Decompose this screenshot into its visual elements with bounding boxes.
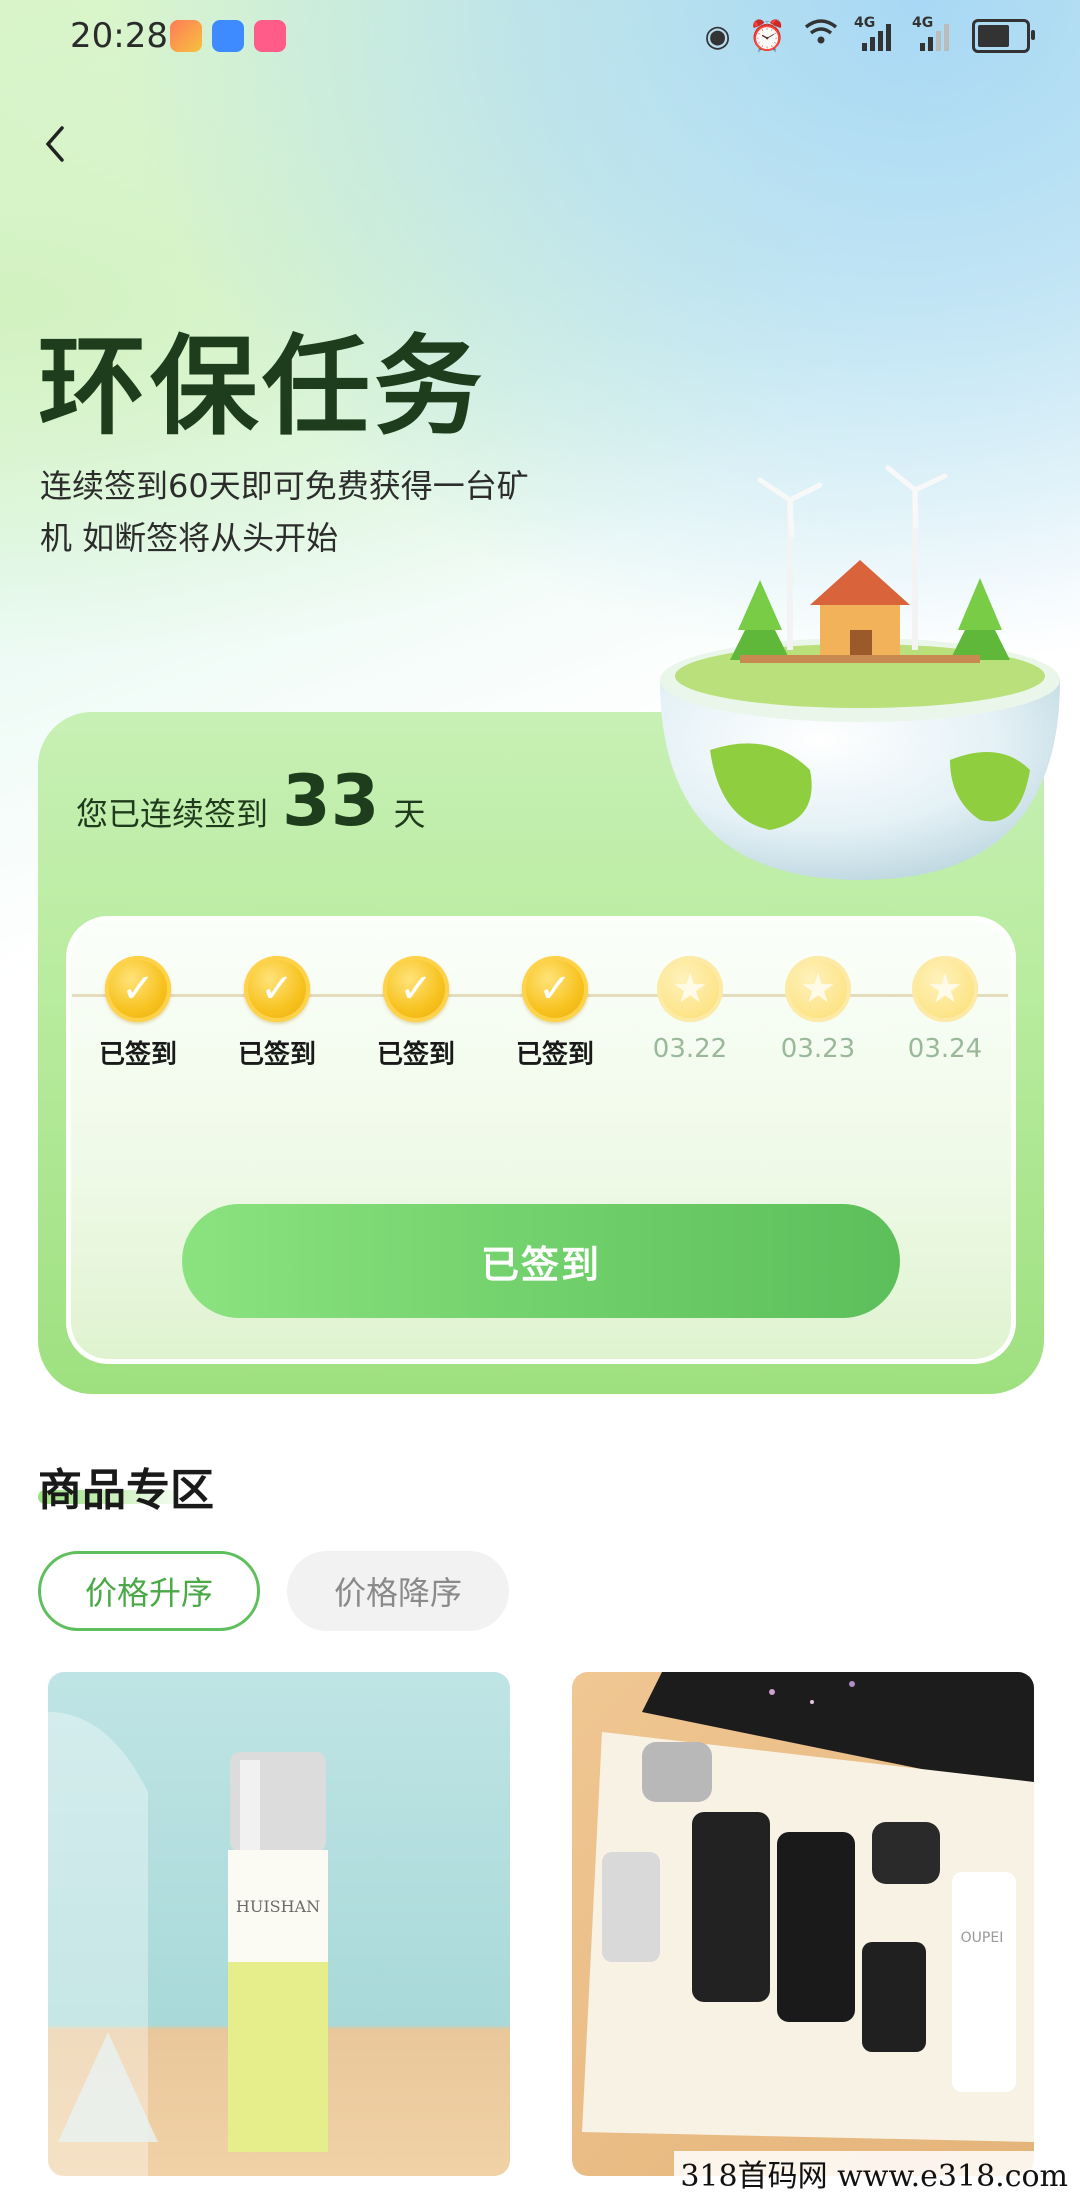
status-bar: 20:28 ◉ ⏰ 4G 4G [0, 0, 1080, 80]
checkin-day-label: 已签到 [98, 1040, 177, 1070]
back-button[interactable] [40, 122, 80, 170]
sort-price-asc-button[interactable]: 价格升序 [38, 1551, 260, 1631]
product-image: HUISHAN [48, 1712, 328, 2176]
app-notification-icon [170, 20, 202, 52]
checkmark-coin-icon: ✓ [383, 956, 449, 1022]
checkin-day-7: ★ 03.24 [880, 956, 1010, 1064]
product-card[interactable]: HUISHAN [48, 1672, 510, 2176]
app-notification-icon [212, 20, 244, 52]
checkmark-coin-icon: ✓ [522, 956, 588, 1022]
streak-summary: 您已连续签到 33 天 [76, 760, 425, 842]
checkin-day-1: ✓ 已签到 [73, 956, 203, 1071]
checkin-day-4: ✓ 已签到 [490, 956, 620, 1071]
page-title: 环保任务 [38, 325, 487, 450]
checkin-day-5: ★ 03.22 [625, 956, 755, 1064]
section-title: 商品专区 [38, 1465, 214, 1516]
checkin-day-label: 已签到 [376, 1040, 455, 1070]
checkin-day-3: ✓ 已签到 [351, 956, 481, 1071]
checkin-button[interactable]: 已签到 [182, 1204, 900, 1318]
checkmark-coin-icon: ✓ [244, 956, 310, 1022]
chevron-left-icon [45, 126, 64, 162]
streak-prefix: 您已连续签到 [76, 795, 269, 833]
checkin-day-label: 03.24 [907, 1034, 983, 1064]
checkin-day-2: ✓ 已签到 [212, 956, 342, 1071]
sort-price-desc-button[interactable]: 价格降序 [287, 1551, 509, 1631]
product-brand: OUPEI [961, 1930, 1004, 1946]
checkin-day-label: 已签到 [515, 1040, 594, 1070]
product-card[interactable]: OUPEI [572, 1672, 1034, 2176]
network-type-label: 4G [854, 15, 876, 31]
star-coin-icon: ★ [657, 956, 723, 1022]
page-description: 连续签到60天即可免费获得一台矿机 如断签将从头开始 [40, 467, 529, 557]
wifi-icon [804, 18, 838, 54]
checkin-day-6: ★ 03.23 [753, 956, 883, 1064]
streak-suffix: 天 [393, 795, 426, 833]
status-app-icons [170, 20, 286, 52]
alarm-icon: ⏰ [748, 18, 786, 54]
eye-icon: ◉ [704, 18, 731, 54]
star-coin-icon: ★ [785, 956, 851, 1022]
star-coin-icon: ★ [912, 956, 978, 1022]
product-image: OUPEI [582, 1672, 1034, 2142]
checkmark-coin-icon: ✓ [105, 956, 171, 1022]
battery-icon [972, 19, 1035, 53]
checkin-day-label: 03.22 [652, 1034, 728, 1064]
eco-globe-illustration [660, 465, 1060, 880]
app-notification-icon [254, 20, 286, 52]
watermark: 318首码网 www.e318.com [674, 2151, 1074, 2195]
signal-icon: 4G [912, 15, 954, 51]
product-brand: HUISHAN [236, 1897, 320, 1916]
network-type-label: 4G [912, 15, 934, 31]
streak-days-count: 33 [282, 760, 380, 842]
signal-icon: 4G [854, 15, 896, 51]
status-indicators: ◉ ⏰ 4G 4G [704, 15, 1035, 54]
status-time: 20:28 [70, 16, 168, 56]
checkin-day-label: 03.23 [780, 1034, 856, 1064]
checkin-day-label: 已签到 [237, 1040, 316, 1070]
